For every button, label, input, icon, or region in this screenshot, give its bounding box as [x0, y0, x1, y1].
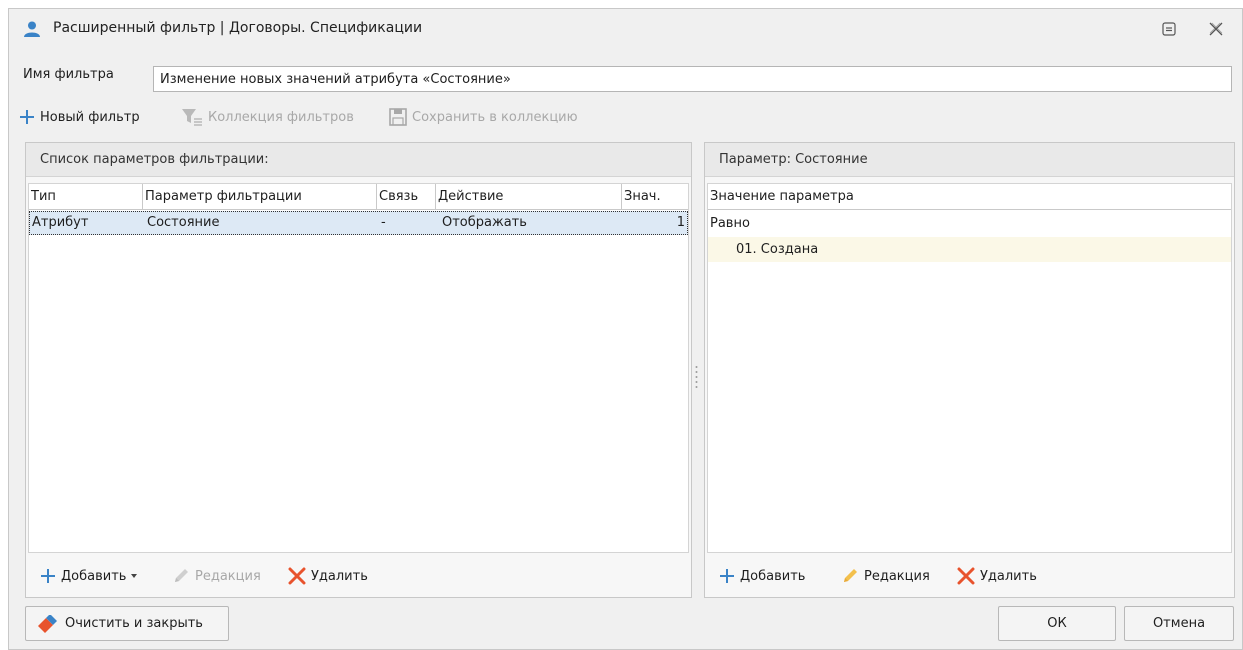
- edit-value-button[interactable]: Редакция: [841, 564, 930, 588]
- window-title: Расширенный фильтр | Договоры. Специфика…: [53, 20, 423, 36]
- add-value-button[interactable]: Добавить: [719, 564, 805, 588]
- param-values-grid: Значение параметра Равно 01. Создана: [707, 183, 1232, 553]
- add-value-label: Добавить: [740, 568, 806, 584]
- new-filter-label: Новый фильтр: [40, 109, 140, 125]
- close-icon[interactable]: [1208, 21, 1224, 37]
- param-values-title: Параметр: Состояние: [705, 143, 1234, 177]
- cell-link: -: [381, 215, 386, 230]
- plus-icon: [41, 569, 55, 583]
- column-header-action[interactable]: Действие: [436, 184, 622, 209]
- ok-label: ОК: [1047, 616, 1067, 631]
- filter-collection-button[interactable]: Коллекция фильтров: [181, 105, 354, 129]
- filter-name-label: Имя фильтра: [23, 67, 114, 82]
- user-icon: [24, 21, 40, 37]
- delete-param-label: Удалить: [311, 568, 368, 584]
- title-bar: Расширенный фильтр | Договоры. Специфика…: [9, 9, 1242, 49]
- edit-param-label: Редакция: [195, 568, 261, 584]
- param-values-column-header[interactable]: Значение параметра: [708, 184, 1231, 210]
- delete-icon: [957, 567, 975, 585]
- cancel-label: Отмена: [1152, 616, 1206, 631]
- eraser-icon: [38, 614, 57, 633]
- clear-and-close-button[interactable]: Очистить и закрыть: [25, 606, 229, 641]
- filter-params-footer: Добавить Редакция Удалить: [26, 555, 691, 597]
- new-filter-button[interactable]: Новый фильтр: [19, 105, 140, 129]
- condition-group-row[interactable]: Равно: [708, 212, 1231, 236]
- cell-action: Отображать: [442, 215, 527, 230]
- save-to-collection-button[interactable]: Сохранить в коллекцию: [389, 105, 578, 129]
- delete-icon: [288, 567, 306, 585]
- add-param-label: Добавить: [61, 568, 127, 584]
- column-header-value[interactable]: Знач.: [622, 184, 688, 209]
- plus-icon: [720, 569, 734, 583]
- dropdown-arrow-icon: [131, 574, 138, 578]
- clear-and-close-label: Очистить и закрыть: [65, 616, 203, 631]
- filter-name-input[interactable]: [153, 66, 1232, 92]
- filter-collection-label: Коллекция фильтров: [208, 109, 354, 125]
- filter-params-title: Список параметров фильтрации:: [26, 143, 691, 177]
- save-icon: [389, 108, 407, 126]
- column-header-param[interactable]: Параметр фильтрации: [143, 184, 377, 209]
- restore-icon[interactable]: [1162, 22, 1176, 36]
- filter-icon: [182, 109, 202, 126]
- delete-value-button[interactable]: Удалить: [957, 564, 1037, 588]
- dialog-window: Расширенный фильтр | Договоры. Специфика…: [8, 8, 1243, 650]
- filter-params-grid: Тип Параметр фильтрации Связь Действие З…: [28, 183, 689, 553]
- delete-param-button[interactable]: Удалить: [288, 564, 368, 588]
- cell-value: 1: [676, 215, 685, 230]
- edit-param-button[interactable]: Редакция: [172, 564, 261, 588]
- cell-type: Атрибут: [32, 215, 89, 230]
- pencil-icon: [844, 569, 857, 582]
- add-param-button[interactable]: Добавить: [40, 564, 144, 588]
- cancel-button[interactable]: Отмена: [1124, 606, 1234, 641]
- column-header-type[interactable]: Тип: [29, 184, 143, 209]
- param-values-footer: Добавить Редакция Удалить: [705, 555, 1234, 597]
- plus-icon: [20, 110, 34, 124]
- edit-value-label: Редакция: [864, 568, 930, 584]
- param-values-panel: Параметр: Состояние Значение параметра Р…: [704, 142, 1235, 598]
- table-row[interactable]: Атрибут Состояние - Отображать 1: [29, 211, 688, 235]
- ok-button[interactable]: ОК: [998, 606, 1116, 641]
- cell-param: Состояние: [147, 215, 220, 230]
- column-header-link[interactable]: Связь: [377, 184, 436, 209]
- list-item[interactable]: 01. Создана: [708, 237, 1231, 262]
- delete-value-label: Удалить: [980, 568, 1037, 584]
- pencil-icon: [175, 569, 188, 582]
- grid-header: Тип Параметр фильтрации Связь Действие З…: [29, 184, 688, 210]
- splitter-grip[interactable]: [695, 364, 698, 392]
- filter-params-panel: Список параметров фильтрации: Тип Параме…: [25, 142, 692, 598]
- save-to-collection-label: Сохранить в коллекцию: [412, 109, 578, 125]
